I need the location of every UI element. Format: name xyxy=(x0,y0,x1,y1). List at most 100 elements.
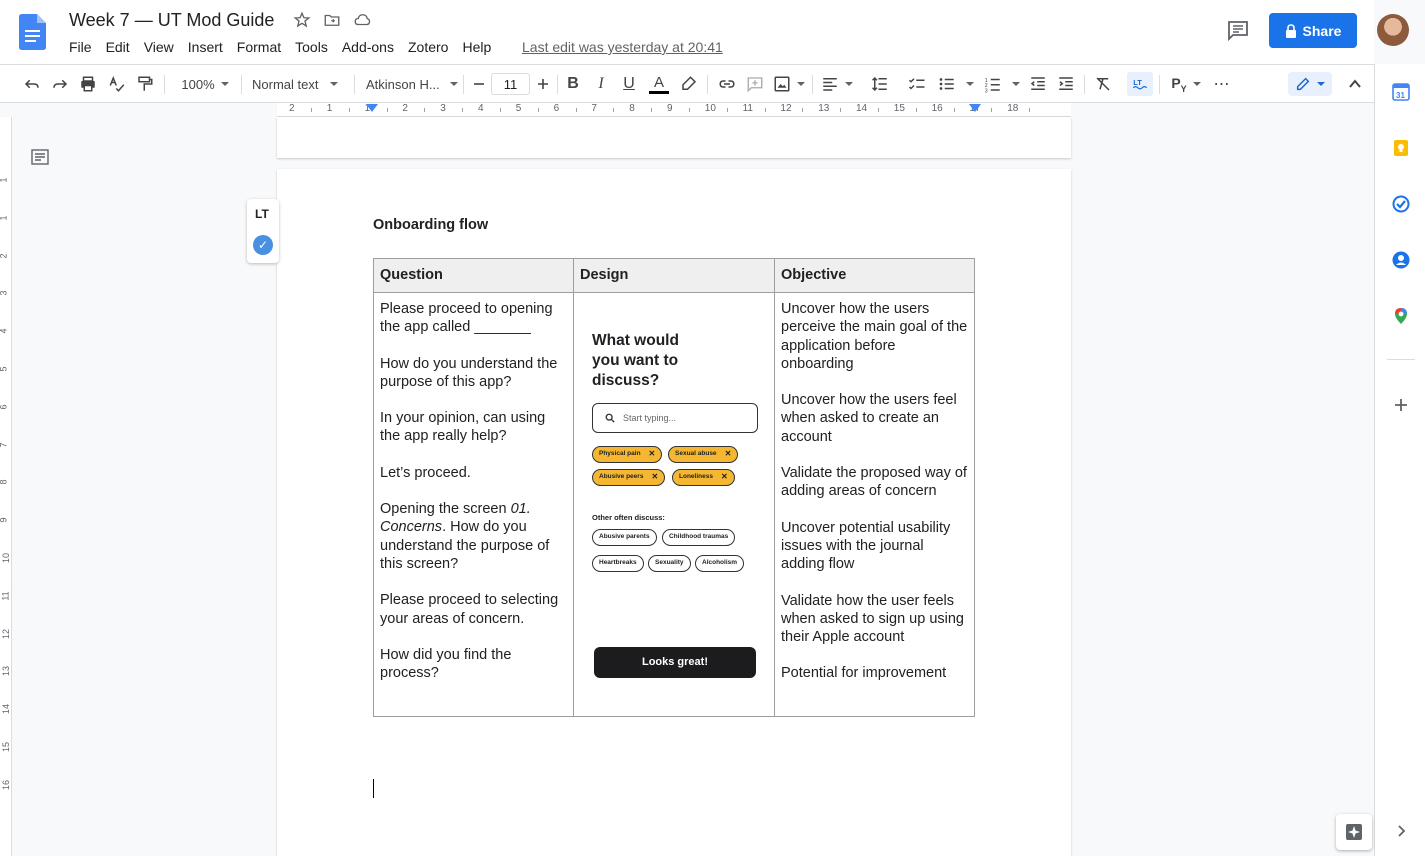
style-select[interactable]: Normal text xyxy=(252,73,344,95)
increase-indent-icon[interactable] xyxy=(1055,73,1077,95)
align-icon[interactable] xyxy=(821,73,853,95)
link-icon[interactable] xyxy=(716,73,738,95)
expand-panel-icon[interactable] xyxy=(1392,822,1410,840)
vertical-ruler[interactable]: 112345678910111213141516 xyxy=(0,117,12,856)
document-title[interactable]: Week 7 — UT Mod Guide xyxy=(69,10,274,31)
check-icon[interactable]: ✓ xyxy=(253,235,273,255)
lock-icon xyxy=(1285,23,1296,38)
languagetool-icon[interactable]: LT xyxy=(1127,72,1153,96)
highlight-icon[interactable] xyxy=(679,73,699,95)
header-bar: Week 7 — UT Mod Guide File Edit View Ins… xyxy=(0,0,1409,64)
last-edit-link[interactable]: Last edit was yesterday at 20:41 xyxy=(522,39,723,55)
share-button[interactable]: Share xyxy=(1269,13,1357,48)
font-select[interactable]: Atkinson H... xyxy=(366,73,458,95)
horizontal-ruler[interactable]: 2 1 1 2 3 4 5 6 7 8 9 10 11 12 13 14 15 16 17 18 xyxy=(277,103,1071,117)
menu-edit[interactable]: Edit xyxy=(99,38,137,56)
vertical-ruler-label: 7 xyxy=(0,442,9,447)
menu-view[interactable]: View xyxy=(137,38,181,56)
menu-file[interactable]: File xyxy=(62,38,99,56)
undo-icon[interactable] xyxy=(22,73,42,95)
redo-icon[interactable] xyxy=(50,73,70,95)
explore-icon xyxy=(1346,824,1362,840)
tasks-icon[interactable] xyxy=(1392,195,1410,213)
checklist-icon[interactable] xyxy=(906,73,928,95)
paint-format-icon[interactable] xyxy=(134,73,156,95)
ruler-tick xyxy=(348,108,350,112)
add-icon[interactable] xyxy=(1392,396,1410,414)
guide-table: Question Design Objective Please proceed… xyxy=(373,258,975,717)
comments-icon[interactable] xyxy=(1226,18,1250,42)
cloud-status-icon[interactable] xyxy=(353,11,371,29)
image-icon[interactable] xyxy=(773,73,805,95)
objective-item: Uncover potential usability issues with … xyxy=(781,519,951,573)
italic-icon[interactable]: I xyxy=(591,73,611,95)
column-header-objective: Objective xyxy=(774,258,975,293)
print-icon[interactable] xyxy=(78,73,98,95)
menu-format[interactable]: Format xyxy=(230,38,288,56)
decrease-indent-icon[interactable] xyxy=(1027,73,1049,95)
mockup-search-field: Start typing... xyxy=(592,403,758,433)
table-header-row: Question Design Objective xyxy=(373,258,975,293)
menu-insert[interactable]: Insert xyxy=(181,38,230,56)
ruler-label: 10 xyxy=(704,103,716,114)
menu-help[interactable]: Help xyxy=(455,38,498,56)
avatar[interactable] xyxy=(1377,14,1409,46)
increase-font-size-button[interactable] xyxy=(534,73,552,95)
underline-icon[interactable]: U xyxy=(619,73,639,95)
question-item: Please proceed to opening the app called… xyxy=(380,301,553,336)
menu-zotero[interactable]: Zotero xyxy=(401,38,455,56)
mockup-chip: Alcoholism xyxy=(695,555,745,572)
questions-cell[interactable]: Please proceed to opening the app called… xyxy=(373,292,574,717)
maps-icon[interactable] xyxy=(1392,307,1410,325)
calendar-icon[interactable]: 31 xyxy=(1392,83,1410,101)
close-icon: ✕ xyxy=(651,472,659,482)
svg-text:31: 31 xyxy=(1396,91,1405,100)
ruler-label: 6 xyxy=(553,103,560,114)
bullet-list-icon[interactable] xyxy=(936,73,976,95)
decrease-font-size-button[interactable] xyxy=(470,73,488,95)
text-color-icon[interactable]: A xyxy=(647,73,671,95)
vertical-ruler-label: 12 xyxy=(1,628,12,639)
table-row: Please proceed to opening the app called… xyxy=(373,292,975,717)
document-outline-icon[interactable] xyxy=(31,148,49,166)
numbered-list-icon[interactable]: 123 xyxy=(982,73,1022,95)
bold-icon[interactable]: B xyxy=(563,73,583,95)
mockup-other-label: Other often discuss: xyxy=(592,513,665,522)
line-spacing-icon[interactable] xyxy=(869,73,891,95)
side-panel: 31 xyxy=(1374,64,1425,856)
clear-formatting-icon[interactable] xyxy=(1092,73,1114,95)
zoom-select[interactable]: 100% xyxy=(177,73,233,95)
languagetool-widget[interactable]: LT ✓ xyxy=(247,199,279,263)
question-item: Please proceed to selecting your areas o… xyxy=(380,592,559,627)
explore-button[interactable] xyxy=(1336,814,1372,850)
ruler-label: 12 xyxy=(780,103,792,114)
left-indent-marker[interactable] xyxy=(366,104,378,112)
ruler-label: 4 xyxy=(478,103,484,114)
ruler-label: 8 xyxy=(629,103,635,114)
ruler-tick xyxy=(499,108,501,112)
mockup-chip: Childhood traumas xyxy=(662,529,736,546)
ruler-icon[interactable]: PY xyxy=(1168,73,1204,95)
mockup-chip: Abusive parents xyxy=(592,529,657,546)
right-indent-marker[interactable] xyxy=(969,104,981,112)
star-icon[interactable] xyxy=(293,11,311,29)
spellcheck-icon[interactable] xyxy=(106,73,128,95)
comment-icon[interactable] xyxy=(744,73,766,95)
docs-logo-icon[interactable] xyxy=(19,14,46,50)
menu-add-ons[interactable]: Add-ons xyxy=(335,38,401,56)
move-folder-icon[interactable] xyxy=(323,11,341,29)
editing-mode-icon[interactable] xyxy=(1288,72,1332,96)
mockup-search-placeholder: Start typing... xyxy=(623,412,677,423)
design-cell[interactable]: What would you want to discuss? Start ty… xyxy=(573,292,775,717)
mockup-chip-selected: Loneliness ✕ xyxy=(672,469,735,486)
more-icon[interactable]: ⋯ xyxy=(1210,73,1234,95)
ruler-tick xyxy=(310,108,312,112)
style-value: Normal text xyxy=(252,76,319,92)
contacts-icon[interactable] xyxy=(1392,251,1410,269)
keep-icon[interactable] xyxy=(1392,139,1410,157)
menu-tools[interactable]: Tools xyxy=(288,38,335,56)
zoom-value: 100% xyxy=(181,76,215,92)
collapse-icon[interactable] xyxy=(1345,73,1365,95)
font-size-input[interactable]: 11 xyxy=(491,73,530,95)
objectives-cell[interactable]: Uncover how the users perceive the main … xyxy=(774,292,975,717)
